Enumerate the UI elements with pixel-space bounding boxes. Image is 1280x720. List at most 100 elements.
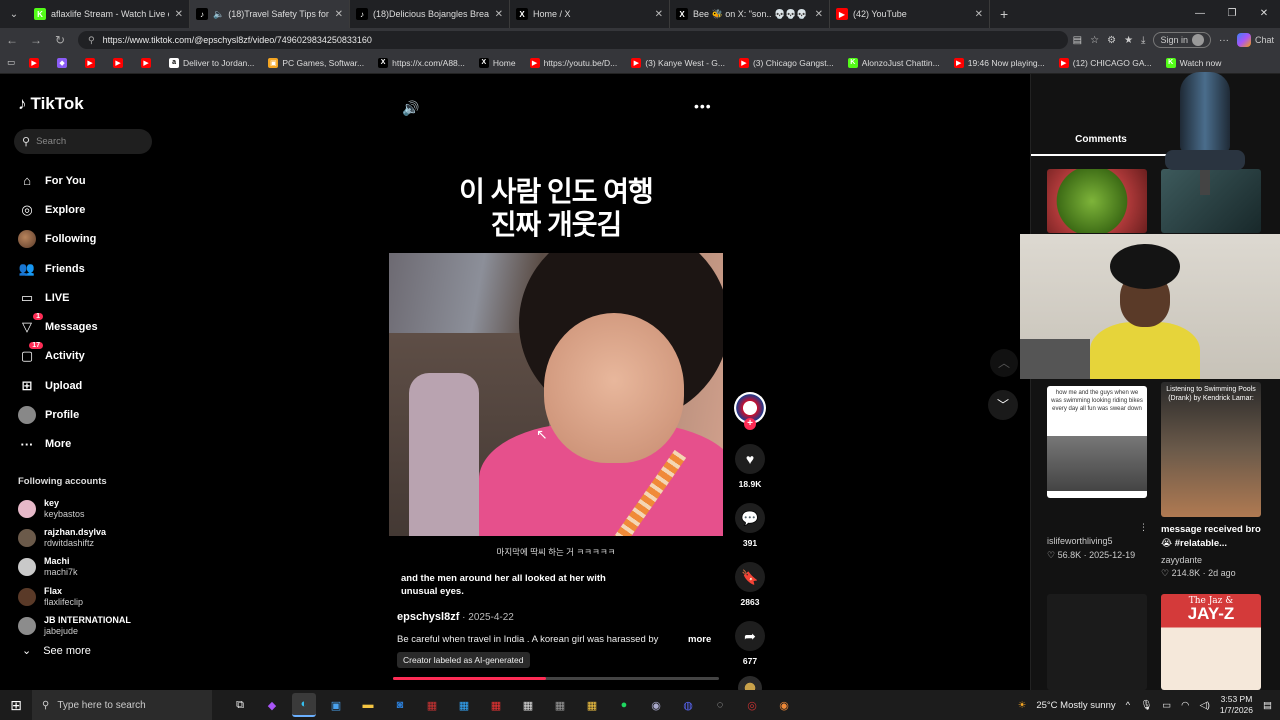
browser-tab[interactable]: ♪ 🔈 (18)Travel Safety Tips for Sou ✕ xyxy=(190,0,350,28)
reload-icon[interactable]: ↻ xyxy=(48,33,72,47)
creator-avatar[interactable]: + xyxy=(734,392,766,430)
steam-icon[interactable]: ◉ xyxy=(644,693,668,717)
nav-item-profile[interactable]: Profile xyxy=(18,400,98,429)
app-icon[interactable]: ▦ xyxy=(548,693,572,717)
more-options-icon[interactable]: ••• xyxy=(694,98,712,114)
bookmark-item[interactable]: K Watch now xyxy=(1159,57,1229,68)
wifi-icon[interactable]: ◠ xyxy=(1181,700,1189,711)
favorites-icon[interactable]: ★ xyxy=(1124,35,1133,46)
app-icon[interactable]: ▦ xyxy=(580,693,604,717)
bookmark-icon[interactable]: 🔖 xyxy=(735,562,765,592)
close-tab-icon[interactable]: ✕ xyxy=(815,9,823,20)
bookmark-item[interactable]: ▣ PC Games, Softwar... xyxy=(261,57,371,68)
edge-browser-icon[interactable]: ◐ xyxy=(292,693,316,717)
new-tab-button[interactable]: + xyxy=(990,6,1018,22)
network-icon[interactable]: ▭ xyxy=(1162,700,1171,711)
bookmark-item[interactable]: ▶ (3) Kanye West - G... xyxy=(624,57,732,68)
tiktok-logo[interactable]: ♪ TikTok xyxy=(18,94,84,114)
app-icon[interactable]: ◎ xyxy=(740,693,764,717)
heart-icon[interactable]: ♥ xyxy=(735,444,765,474)
following-account-item[interactable]: key keybastos xyxy=(18,494,131,523)
tab-comments[interactable]: Comments xyxy=(1031,132,1171,156)
bookmark-item[interactable]: a Deliver to Jordan... xyxy=(162,57,261,68)
reader-icon[interactable]: ▤ xyxy=(1073,35,1082,46)
outlook-icon[interactable]: ◙ xyxy=(388,693,412,717)
url-field[interactable]: ⚲ https://www.tiktok.com/@epschysl8zf/vi… xyxy=(78,31,1068,49)
app-icon[interactable]: ◌ xyxy=(708,693,732,717)
save-action[interactable]: 🔖 2863 xyxy=(733,562,767,607)
video-thumbnail[interactable]: Listening to Swimming Pools (Drank) by K… xyxy=(1161,382,1261,517)
extensions-icon[interactable]: ⚙ xyxy=(1107,35,1116,46)
close-tab-icon[interactable]: ✕ xyxy=(495,9,503,20)
bookmark-item[interactable]: ▶ https://youtu.be/D... xyxy=(523,57,625,68)
taskbar-search-input[interactable]: ⚲ Type here to search xyxy=(32,690,212,720)
minimize-icon[interactable]: — xyxy=(1184,0,1216,28)
weather-icon[interactable]: ☀ xyxy=(1018,700,1027,711)
tab-search-icon[interactable]: ⌄ xyxy=(0,9,28,20)
windows-start-icon[interactable]: ⊞ xyxy=(0,697,32,714)
bookmark-item[interactable]: ▶ xyxy=(134,57,162,68)
taskbar-clock[interactable]: 3:53 PM 1/7/2026 xyxy=(1220,694,1253,716)
mic-icon[interactable]: 🎙 xyxy=(1140,700,1152,711)
volume-tray-icon[interactable]: ◁) xyxy=(1199,700,1209,711)
notifications-icon[interactable]: ▤ xyxy=(1263,700,1272,711)
file-explorer-icon[interactable]: ▬ xyxy=(356,693,380,717)
task-view-icon[interactable]: ⧉ xyxy=(228,693,252,717)
app-icon[interactable]: ▦ xyxy=(452,693,476,717)
tray-chevron-icon[interactable]: ^ xyxy=(1126,700,1130,711)
share-icon[interactable]: ➦ xyxy=(735,621,765,651)
spotify-icon[interactable]: ● xyxy=(612,693,636,717)
store-icon[interactable]: ▣ xyxy=(324,693,348,717)
discord-icon[interactable]: ◍ xyxy=(676,693,700,717)
following-account-item[interactable]: rajzhan.dsylva rdwitdashiftz xyxy=(18,523,131,552)
item-title[interactable]: message received bro😭 #relatable... xyxy=(1161,523,1271,551)
copilot-taskbar-icon[interactable]: ◆ xyxy=(260,693,284,717)
following-account-item[interactable]: JB INTERNATIONAL jabejude xyxy=(18,611,131,640)
video-progress-bar[interactable] xyxy=(393,677,719,680)
weather-text[interactable]: 25°C Mostly sunny xyxy=(1036,700,1115,711)
app-icon[interactable]: ▦ xyxy=(516,693,540,717)
following-account-item[interactable]: Flax flaxlifeclip xyxy=(18,582,131,611)
bookmark-item[interactable]: ▶ xyxy=(78,57,106,68)
like-action[interactable]: ♥ 18.9K xyxy=(733,444,767,489)
nav-item-for-you[interactable]: ⌂ For You xyxy=(18,166,98,195)
nav-item-activity[interactable]: ▢ 17 Activity xyxy=(18,342,98,371)
comment-icon[interactable]: 💬 xyxy=(735,503,765,533)
site-info-icon[interactable]: ⚲ xyxy=(88,35,95,46)
browser-tab[interactable]: ▶ (42) YouTube ✕ xyxy=(830,0,990,28)
see-more-button[interactable]: ⌄ See more xyxy=(22,644,91,658)
app-icon[interactable]: ▦ xyxy=(420,693,444,717)
comment-action[interactable]: 💬 391 xyxy=(733,503,767,548)
close-tab-icon[interactable]: ✕ xyxy=(175,9,183,20)
bookmark-item[interactable]: X Home xyxy=(472,57,523,68)
nav-item-messages[interactable]: ▽ 1 Messages xyxy=(18,312,98,341)
app-icon[interactable]: ▦ xyxy=(484,693,508,717)
author-handle[interactable]: epschysl8zf xyxy=(397,611,459,623)
video-author[interactable]: epschysl8zf · 2025-4-22 xyxy=(397,611,514,623)
video-player[interactable] xyxy=(389,253,723,536)
star-icon[interactable]: ☆ xyxy=(1090,35,1099,46)
forward-icon[interactable]: → xyxy=(24,33,48,47)
bookmark-item[interactable]: ▶ (12) CHICAGO GA... xyxy=(1052,57,1159,68)
bookmark-item[interactable]: K AlonzoJust Chattin... xyxy=(841,57,947,68)
speaker-icon[interactable]: 🔈 xyxy=(213,9,224,20)
app-icon[interactable]: ◉ xyxy=(772,693,796,717)
browser-tab[interactable]: Kaflaxlife Stream - Watch Live on Ki ✕ xyxy=(28,0,190,28)
next-video-button[interactable]: ﹀ xyxy=(988,390,1018,420)
copilot-chat-button[interactable]: Chat xyxy=(1236,33,1274,47)
bookmarks-apps-icon[interactable]: ▭ xyxy=(0,57,22,68)
following-account-item[interactable]: Machi machi7k xyxy=(18,553,131,582)
share-action[interactable]: ➦ 677 xyxy=(733,621,767,666)
bookmark-item[interactable]: Xhttps://x.com/A88... xyxy=(371,57,472,68)
description-more-button[interactable]: more xyxy=(688,634,711,645)
menu-dots-icon[interactable]: ··· xyxy=(1219,35,1229,46)
bookmark-item[interactable]: ▶ xyxy=(106,57,134,68)
nav-item-upload[interactable]: ⊞ Upload xyxy=(18,371,98,400)
nav-item-following[interactable]: Following xyxy=(18,225,98,254)
close-tab-icon[interactable]: ✕ xyxy=(335,9,343,20)
volume-icon[interactable]: 🔊 xyxy=(402,100,419,117)
nav-item-explore[interactable]: ◎ Explore xyxy=(18,195,98,224)
close-tab-icon[interactable]: ✕ xyxy=(655,9,663,20)
bookmark-item[interactable]: ▶ xyxy=(22,57,50,68)
nav-item-friends[interactable]: 👥 Friends xyxy=(18,254,98,283)
